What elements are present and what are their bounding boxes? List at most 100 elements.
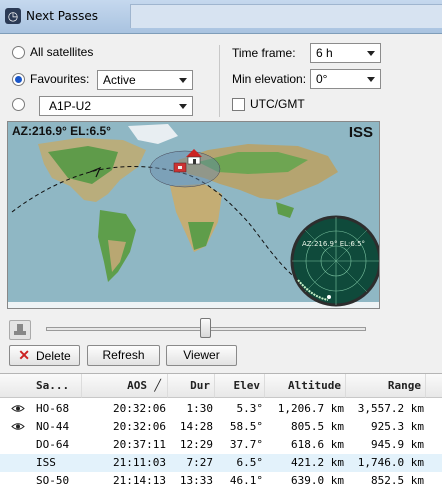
column-header-satellite[interactable]: Sa... xyxy=(0,374,82,398)
polar-radar xyxy=(290,215,379,307)
cell-duration: 1:30 xyxy=(186,402,214,415)
utc-label: UTC/GMT xyxy=(250,97,305,111)
stamp-icon xyxy=(14,324,26,335)
column-header-elevation[interactable]: Elev xyxy=(215,374,265,398)
cell-elevation: 46.1° xyxy=(229,474,263,487)
cell-duration: 3:29 xyxy=(168,490,214,494)
cell-aos: 21:14:13 xyxy=(113,474,166,487)
viewer-button-label: Viewer xyxy=(183,348,220,362)
close-icon: ✕ xyxy=(18,347,31,363)
cell-elevation: 6.5° xyxy=(236,456,264,469)
favourites-select-value: Active xyxy=(103,73,136,87)
options-divider xyxy=(219,45,220,117)
time-slider-button[interactable] xyxy=(9,320,31,340)
refresh-button[interactable]: Refresh xyxy=(87,345,160,366)
single-satellite-select[interactable]: A1P-U2 xyxy=(39,96,193,116)
delete-button[interactable]: ✕ Delete xyxy=(9,345,80,366)
time-frame-select[interactable]: 6 h xyxy=(310,43,381,63)
single-satellite-radio[interactable] xyxy=(12,98,25,111)
cell-elevation: 9.7° xyxy=(215,490,264,494)
sort-indicator-icon: ╱ xyxy=(154,379,161,392)
cell-elevation: 58.5° xyxy=(229,420,263,433)
utc-option[interactable]: UTC/GMT xyxy=(232,97,305,111)
cell-duration: 13:33 xyxy=(179,474,213,487)
time-frame-label: Time frame: xyxy=(232,46,296,60)
single-satellite-option[interactable] xyxy=(12,98,30,111)
background-window-strip xyxy=(130,4,442,28)
cell-duration: 12:29 xyxy=(179,438,213,451)
table-row[interactable]: DO-64 20:37:11 12:29 37.7° 618.6 km 945.9 km xyxy=(0,436,442,454)
favourites-radio[interactable] xyxy=(12,72,25,86)
column-header-altitude[interactable]: Altitude xyxy=(265,374,346,398)
cell-elevation: 37.7° xyxy=(229,438,263,451)
cell-range: 852.5 km xyxy=(371,474,424,487)
favourites-select[interactable]: Active xyxy=(97,70,193,90)
window-title: Next Passes xyxy=(26,9,98,23)
cell-satellite: ISS xyxy=(36,456,56,469)
eye-icon[interactable] xyxy=(11,422,25,431)
title-bar: ◷ Next Passes xyxy=(0,0,442,34)
cell-range: 2,140.5 km xyxy=(346,490,424,494)
world-map-graphic xyxy=(8,122,379,308)
map-satellite-name: ISS xyxy=(348,124,373,141)
map-az-el-readout: AZ:216.9° EL:6.5° xyxy=(12,124,111,138)
cell-satellite: DO-64 xyxy=(36,438,70,451)
cell-satellite: SO-67 xyxy=(36,490,82,494)
min-elevation-select[interactable]: 0° xyxy=(310,69,381,89)
cell-satellite: HO-68 xyxy=(36,402,70,415)
column-header-range[interactable]: Range xyxy=(346,374,426,398)
favourites-option[interactable]: Favourites: xyxy=(12,72,89,86)
column-header-filler xyxy=(426,374,442,398)
cell-altitude: 639.0 km xyxy=(291,474,344,487)
delete-button-label: Delete xyxy=(36,349,71,363)
cell-range: 3,557.2 km xyxy=(357,402,424,415)
cell-altitude: 1,206.7 km xyxy=(277,402,344,415)
passes-table[interactable]: Sa... AOS ╱ Dur Elev Altitude Range HO-6… xyxy=(0,373,442,494)
cell-duration: 14:28 xyxy=(179,420,213,433)
min-elevation-label: Min elevation: xyxy=(232,72,307,86)
cell-elevation: 5.3° xyxy=(236,402,264,415)
viewer-button[interactable]: Viewer xyxy=(166,345,237,366)
chevron-down-icon xyxy=(179,104,187,109)
cell-satellite: SO-50 xyxy=(36,474,70,487)
column-header-aos[interactable]: AOS ╱ xyxy=(82,374,168,398)
favourites-label: Favourites: xyxy=(30,72,90,86)
cell-aos: 20:32:06 xyxy=(113,402,166,415)
cell-range: 1,746.0 km xyxy=(357,456,424,469)
utc-checkbox[interactable] xyxy=(232,97,245,111)
column-header-aos-label: AOS xyxy=(127,379,147,392)
chevron-down-icon xyxy=(179,78,187,83)
cell-range: 925.3 km xyxy=(371,420,424,433)
cell-altitude: 709.8 km xyxy=(265,490,344,494)
cell-range: 945.9 km xyxy=(371,438,424,451)
next-passes-window: ◷ Next Passes All satellites Favourites:… xyxy=(0,0,442,494)
radar-az-el-readout: AZ:216.9° EL:6.5° xyxy=(302,240,366,248)
cell-aos: 21:16:34 xyxy=(82,490,166,494)
cell-altitude: 805.5 km xyxy=(291,420,344,433)
time-frame-select-value: 6 h xyxy=(316,46,333,60)
table-row[interactable]: NO-44 20:32:06 14:28 58.5° 805.5 km 925.3 km xyxy=(0,418,442,436)
cell-altitude: 421.2 km xyxy=(291,456,344,469)
column-header-duration[interactable]: Dur xyxy=(168,374,215,398)
table-row[interactable]: ISS 21:11:03 7:27 6.5° 421.2 km 1,746.0 km xyxy=(0,454,442,472)
cell-aos: 21:11:03 xyxy=(113,456,166,469)
cell-satellite: NO-44 xyxy=(36,420,70,433)
cell-duration: 7:27 xyxy=(186,456,214,469)
cell-aos: 20:32:06 xyxy=(113,420,166,433)
cell-altitude: 618.6 km xyxy=(291,438,344,451)
refresh-button-label: Refresh xyxy=(102,348,145,362)
table-row[interactable]: HO-68 20:32:06 1:30 5.3° 1,206.7 km 3,557.2 k… xyxy=(0,400,442,418)
app-clock-icon: ◷ xyxy=(5,8,21,24)
single-satellite-select-value: A1P-U2 xyxy=(49,99,92,113)
all-satellites-radio[interactable] xyxy=(12,45,25,59)
table-row[interactable]: SO-50 21:14:13 13:33 46.1° 639.0 km 852.5 km xyxy=(0,472,442,490)
eye-icon[interactable] xyxy=(11,404,25,413)
satellite-icon xyxy=(173,162,187,173)
all-satellites-option[interactable]: All satellites xyxy=(12,45,93,59)
all-satellites-label: All satellites xyxy=(30,45,94,59)
time-slider-thumb[interactable] xyxy=(200,318,211,338)
table-row[interactable]: SO-6721:16:343:299.7°709.8 km2,140.5 km xyxy=(0,490,442,494)
chevron-down-icon xyxy=(367,51,375,56)
world-map[interactable]: AZ:216.9° EL:6.5° ISS AZ:216.9° EL:6.5° xyxy=(7,121,380,309)
min-elevation-select-value: 0° xyxy=(316,72,328,86)
